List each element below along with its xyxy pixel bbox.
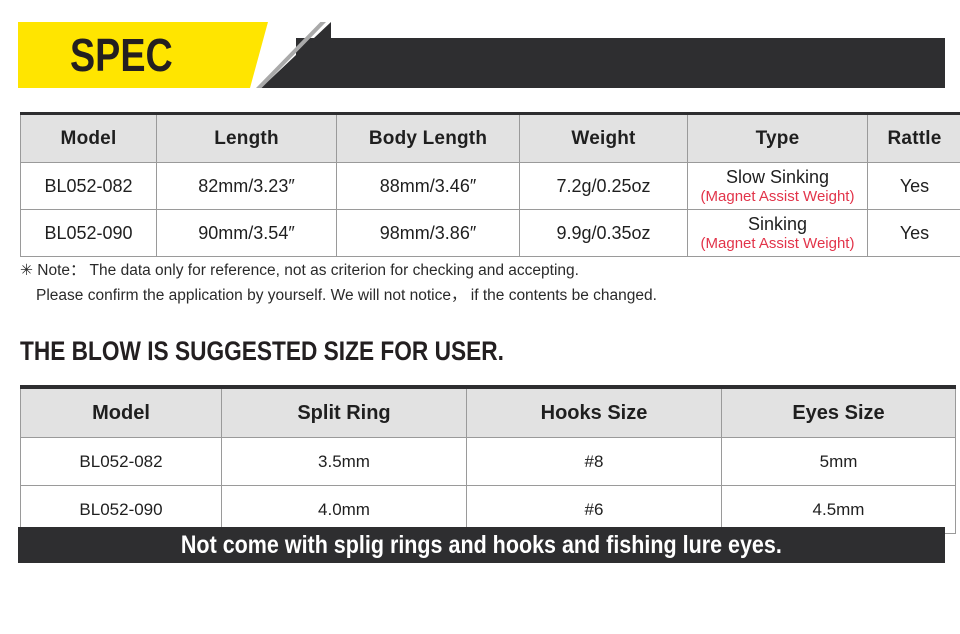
spec-header-length: Length (156, 112, 337, 163)
spec-cell-type-main: Slow Sinking (725, 166, 830, 187)
size-header-model: Model (20, 385, 222, 438)
note-line-2: Please confirm the application by yourse… (36, 287, 657, 304)
banner-dark-block (296, 38, 945, 88)
banner-dark-diagonal (261, 22, 331, 88)
size-header-hooks-size: Hooks Size (466, 385, 722, 438)
size-table-body: BL052-082 3.5mm #8 5mm BL052-090 4.0mm #… (20, 437, 956, 534)
footer-notice-text: Not come with splig rings and hooks and … (181, 531, 782, 559)
spec-cell-type-main: Sinking (747, 213, 808, 234)
spec-header-model: Model (20, 112, 157, 163)
spec-header-rattle: Rattle (867, 112, 960, 163)
spec-table-header-row: Model Length Body Length Weight Type Rat… (20, 112, 960, 163)
spec-header-body-length: Body Length (336, 112, 520, 163)
suggested-size-table: Model Split Ring Hooks Size Eyes Size BL… (20, 385, 956, 534)
size-cell-hooks-size: #8 (466, 437, 722, 486)
table-row: BL052-082 3.5mm #8 5mm (20, 437, 956, 486)
size-header-split-ring: Split Ring (221, 385, 467, 438)
spec-cell-body-length: 88mm/3.46″ (336, 162, 520, 210)
note-line-1: ✳ Note： The data only for reference, not… (20, 262, 579, 279)
size-cell-eyes-size: 5mm (721, 437, 956, 486)
spec-cell-type-note: (Magnet Assist Weight) (700, 187, 855, 205)
page-title: SPEC (70, 29, 173, 81)
table-row: BL052-090 90mm/3.54″ 98mm/3.86″ 9.9g/0.3… (20, 209, 960, 257)
spec-cell-model: BL052-090 (20, 209, 157, 257)
table-row: BL052-082 82mm/3.23″ 88mm/3.46″ 7.2g/0.2… (20, 162, 960, 210)
size-table-header-row: Model Split Ring Hooks Size Eyes Size (20, 385, 956, 438)
spec-cell-model: BL052-082 (20, 162, 157, 210)
spec-cell-rattle: Yes (867, 162, 960, 210)
spec-cell-rattle: Yes (867, 209, 960, 257)
spec-cell-type: Slow Sinking (Magnet Assist Weight) (687, 162, 868, 210)
spec-table-body: BL052-082 82mm/3.23″ 88mm/3.46″ 7.2g/0.2… (20, 162, 960, 257)
spec-cell-weight: 7.2g/0.25oz (519, 162, 688, 210)
size-header-eyes-size: Eyes Size (721, 385, 956, 438)
spec-cell-type: Sinking (Magnet Assist Weight) (687, 209, 868, 257)
spec-cell-length: 82mm/3.23″ (156, 162, 337, 210)
size-cell-model: BL052-082 (20, 437, 222, 486)
spec-header-weight: Weight (519, 112, 688, 163)
spec-header-type: Type (687, 112, 868, 163)
size-cell-split-ring: 3.5mm (221, 437, 467, 486)
size-table-head: Model Split Ring Hooks Size Eyes Size (20, 385, 956, 438)
spec-cell-type-note: (Magnet Assist Weight) (700, 234, 855, 252)
note-block: ✳ Note： The data only for reference, not… (20, 258, 920, 308)
spec-table-head: Model Length Body Length Weight Type Rat… (20, 112, 960, 163)
spec-cell-body-length: 98mm/3.86″ (336, 209, 520, 257)
footer-notice-bar: Not come with splig rings and hooks and … (18, 527, 945, 563)
spec-cell-weight: 9.9g/0.35oz (519, 209, 688, 257)
spec-banner: SPEC (18, 22, 945, 88)
section-heading: THE BLOW IS SUGGESTED SIZE FOR USER. (20, 336, 504, 366)
spec-cell-length: 90mm/3.54″ (156, 209, 337, 257)
spec-table: Model Length Body Length Weight Type Rat… (20, 112, 960, 257)
